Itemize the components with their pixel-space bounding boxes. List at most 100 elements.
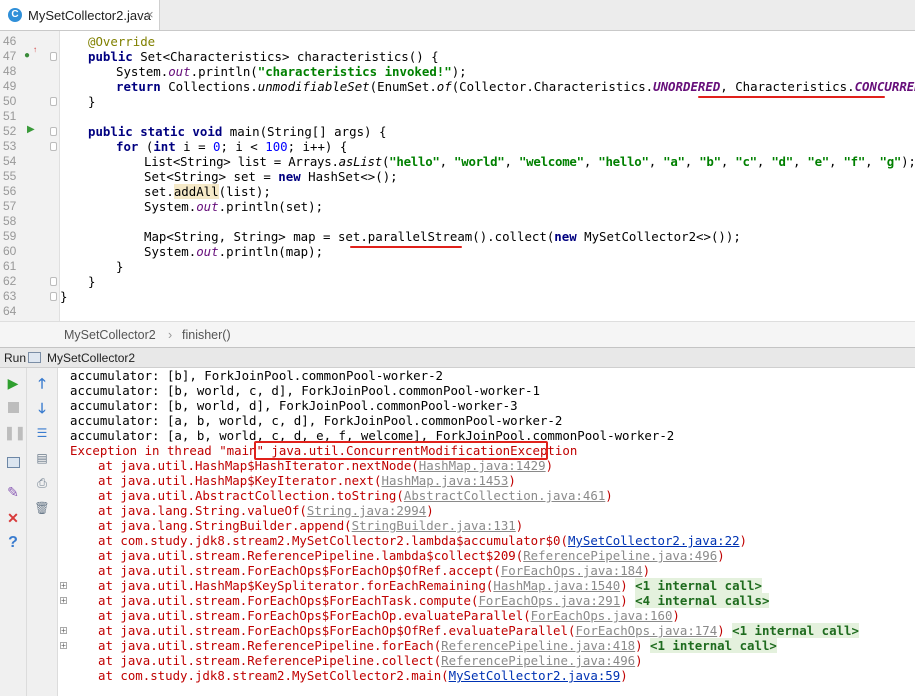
- breadcrumb-separator: ›: [168, 328, 173, 342]
- stack-source-link[interactable]: HashMap.java:1540: [493, 578, 620, 593]
- line-number: 60: [3, 244, 17, 258]
- internal-calls-fold[interactable]: <4 internal calls>: [635, 593, 770, 608]
- line-number: 54: [3, 154, 17, 168]
- expand-icon[interactable]: +: [60, 582, 67, 590]
- stack-source-link[interactable]: HashMap.java:1453: [381, 473, 508, 488]
- stack-source-link[interactable]: ForEachOps.java:160: [531, 608, 673, 623]
- console-output[interactable]: accumulator: [b], ForkJoinPool.commonPoo…: [58, 368, 915, 696]
- line-number: 51: [3, 109, 17, 123]
- stack-trace-line: at java.util.stream.ForEachOps$ForEachOp…: [98, 563, 651, 578]
- line-gutter: 46 47 48 49 50 51 52 53 54 55 56 57 58 59 60 61 62 63 64 ●…: [0, 31, 60, 321]
- run-config-name[interactable]: MySetCollector2: [47, 351, 135, 365]
- tab-filename: MySetCollector2.java: [28, 8, 151, 23]
- editor-tab[interactable]: C MySetCollector2.java ×: [0, 0, 160, 30]
- line-number: 57: [3, 199, 17, 213]
- line-number: 48: [3, 64, 17, 78]
- fold-marker[interactable]: [50, 127, 57, 136]
- line-number: 58: [3, 214, 17, 228]
- run-icon[interactable]: ▶: [4, 374, 22, 392]
- console-output-line: accumulator: [a, b, world, c, d], ForkJo…: [70, 413, 563, 428]
- line-number: 64: [3, 304, 17, 318]
- run-toolbar-secondary: 🡑 🡓 ☰ ▤ ⎙ 🗑: [27, 368, 58, 696]
- console-output-line: accumulator: [b], ForkJoinPool.commonPoo…: [70, 368, 443, 383]
- stack-source-link[interactable]: ForEachOps.java:174: [575, 623, 717, 638]
- fold-marker[interactable]: [50, 52, 57, 61]
- code-line-60: System.out.println(map);: [144, 244, 324, 259]
- line-number: 61: [3, 259, 17, 273]
- run-config-icon: [28, 352, 41, 363]
- line-number: 49: [3, 79, 17, 93]
- code-line-59: Map<String, String> map = set.parallelSt…: [144, 229, 741, 244]
- run-gutter-icon[interactable]: ▶: [27, 124, 35, 135]
- code-line-46: @Override: [88, 34, 156, 49]
- stack-source-link[interactable]: String.java:2994: [307, 503, 426, 518]
- run-label: Run: [4, 351, 27, 365]
- code-line-55: Set<String> set = new HashSet<>();: [144, 169, 398, 184]
- run-toolbar-primary: ▶ ❚❚ ✎ ✕ ?: [0, 368, 27, 696]
- stack-source-link[interactable]: ForEachOps.java:184: [501, 563, 643, 578]
- code-area[interactable]: @Override public Set<Characteristics> ch…: [60, 31, 915, 321]
- code-line-54: List<String> list = Arrays.asList("hello…: [144, 154, 915, 169]
- stack-source-link[interactable]: MySetCollector2.java:22: [568, 533, 740, 548]
- tab-close-icon[interactable]: ×: [146, 7, 154, 22]
- stack-trace-line: at java.util.stream.ReferencePipeline.fo…: [98, 638, 777, 653]
- soft-wrap-icon[interactable]: ☰: [33, 424, 51, 442]
- pin-icon[interactable]: ✎: [4, 483, 22, 501]
- clear-all-icon[interactable]: 🗑: [33, 499, 51, 517]
- fold-marker[interactable]: [50, 97, 57, 106]
- close-icon[interactable]: ✕: [4, 509, 22, 527]
- stack-trace-line: at java.util.AbstractCollection.toString…: [98, 488, 613, 503]
- stack-source-link[interactable]: HashMap.java:1429: [419, 458, 546, 473]
- line-number: 63: [3, 289, 17, 303]
- line-number: 62: [3, 274, 17, 288]
- line-number: 59: [3, 229, 17, 243]
- pause-icon[interactable]: ❚❚: [4, 424, 26, 442]
- stack-trace-line: at java.util.stream.ReferencePipeline.la…: [98, 548, 725, 563]
- stack-source-link[interactable]: StringBuilder.java:131: [352, 518, 516, 533]
- breadcrumb-class[interactable]: MySetCollector2: [64, 328, 156, 342]
- run-panel-header: Run MySetCollector2: [0, 347, 915, 368]
- stack-source-link[interactable]: ReferencePipeline.java:418: [441, 638, 635, 653]
- stack-trace-line: at java.util.HashMap$HashIterator.nextNo…: [98, 458, 554, 473]
- code-line-53: for (int i = 0; i < 100; i++) {: [116, 139, 348, 154]
- line-number: 55: [3, 169, 17, 183]
- line-number: 46: [3, 34, 17, 48]
- internal-calls-fold[interactable]: <1 internal call>: [732, 623, 859, 638]
- up-arrow-icon[interactable]: 🡑: [33, 374, 51, 392]
- stack-source-link[interactable]: AbstractCollection.java:461: [404, 488, 605, 503]
- dump-threads-icon[interactable]: ▤: [33, 449, 51, 467]
- down-arrow-icon[interactable]: 🡓: [33, 399, 51, 417]
- expand-icon[interactable]: +: [60, 597, 67, 605]
- code-line-48: System.out.println("characteristics invo…: [116, 64, 467, 79]
- stack-trace-line: at java.util.HashMap$KeySpliterator.forE…: [98, 578, 762, 593]
- stack-trace-line: at java.util.HashMap$KeyIterator.next(Ha…: [98, 473, 516, 488]
- stop-icon[interactable]: [4, 399, 22, 417]
- stack-source-link[interactable]: ReferencePipeline.java:496: [523, 548, 717, 563]
- code-line-56: set.addAll(list);: [144, 184, 271, 199]
- expand-icon[interactable]: +: [60, 627, 67, 635]
- stack-trace-line: at com.study.jdk8.stream2.MySetCollector…: [98, 533, 748, 548]
- console-output-line: accumulator: [b, world, c, d], ForkJoinP…: [70, 383, 540, 398]
- java-class-icon: C: [8, 8, 22, 22]
- print-icon[interactable]: ⎙: [33, 474, 51, 492]
- internal-calls-fold[interactable]: <1 internal call>: [650, 638, 777, 653]
- restore-layout-icon[interactable]: [4, 454, 22, 472]
- expand-icon[interactable]: +: [60, 642, 67, 650]
- stack-source-link[interactable]: ForEachOps.java:291: [478, 593, 620, 608]
- code-line-57: System.out.println(set);: [144, 199, 324, 214]
- fold-marker[interactable]: [50, 142, 57, 151]
- code-line-49: return Collections.unmodifiableSet(EnumS…: [116, 79, 915, 94]
- override-marker-icon[interactable]: ●: [24, 50, 30, 61]
- fold-marker[interactable]: [50, 277, 57, 286]
- stack-source-link[interactable]: MySetCollector2.java:59: [449, 668, 621, 683]
- code-line-50: }: [88, 94, 96, 109]
- code-editor[interactable]: 46 47 48 49 50 51 52 53 54 55 56 57 58 59 60 61 62 63 64 ●…: [0, 31, 915, 321]
- help-icon[interactable]: ?: [4, 534, 22, 552]
- fold-marker[interactable]: [50, 292, 57, 301]
- breadcrumb-method[interactable]: finisher(): [182, 328, 231, 342]
- stack-source-link[interactable]: ReferencePipeline.java:496: [441, 653, 635, 668]
- line-number: 52: [3, 124, 17, 138]
- internal-calls-fold[interactable]: <1 internal call>: [635, 578, 762, 593]
- stack-trace-line: at java.util.stream.ForEachOps$ForEachTa…: [98, 593, 770, 608]
- code-line-61: }: [116, 259, 124, 274]
